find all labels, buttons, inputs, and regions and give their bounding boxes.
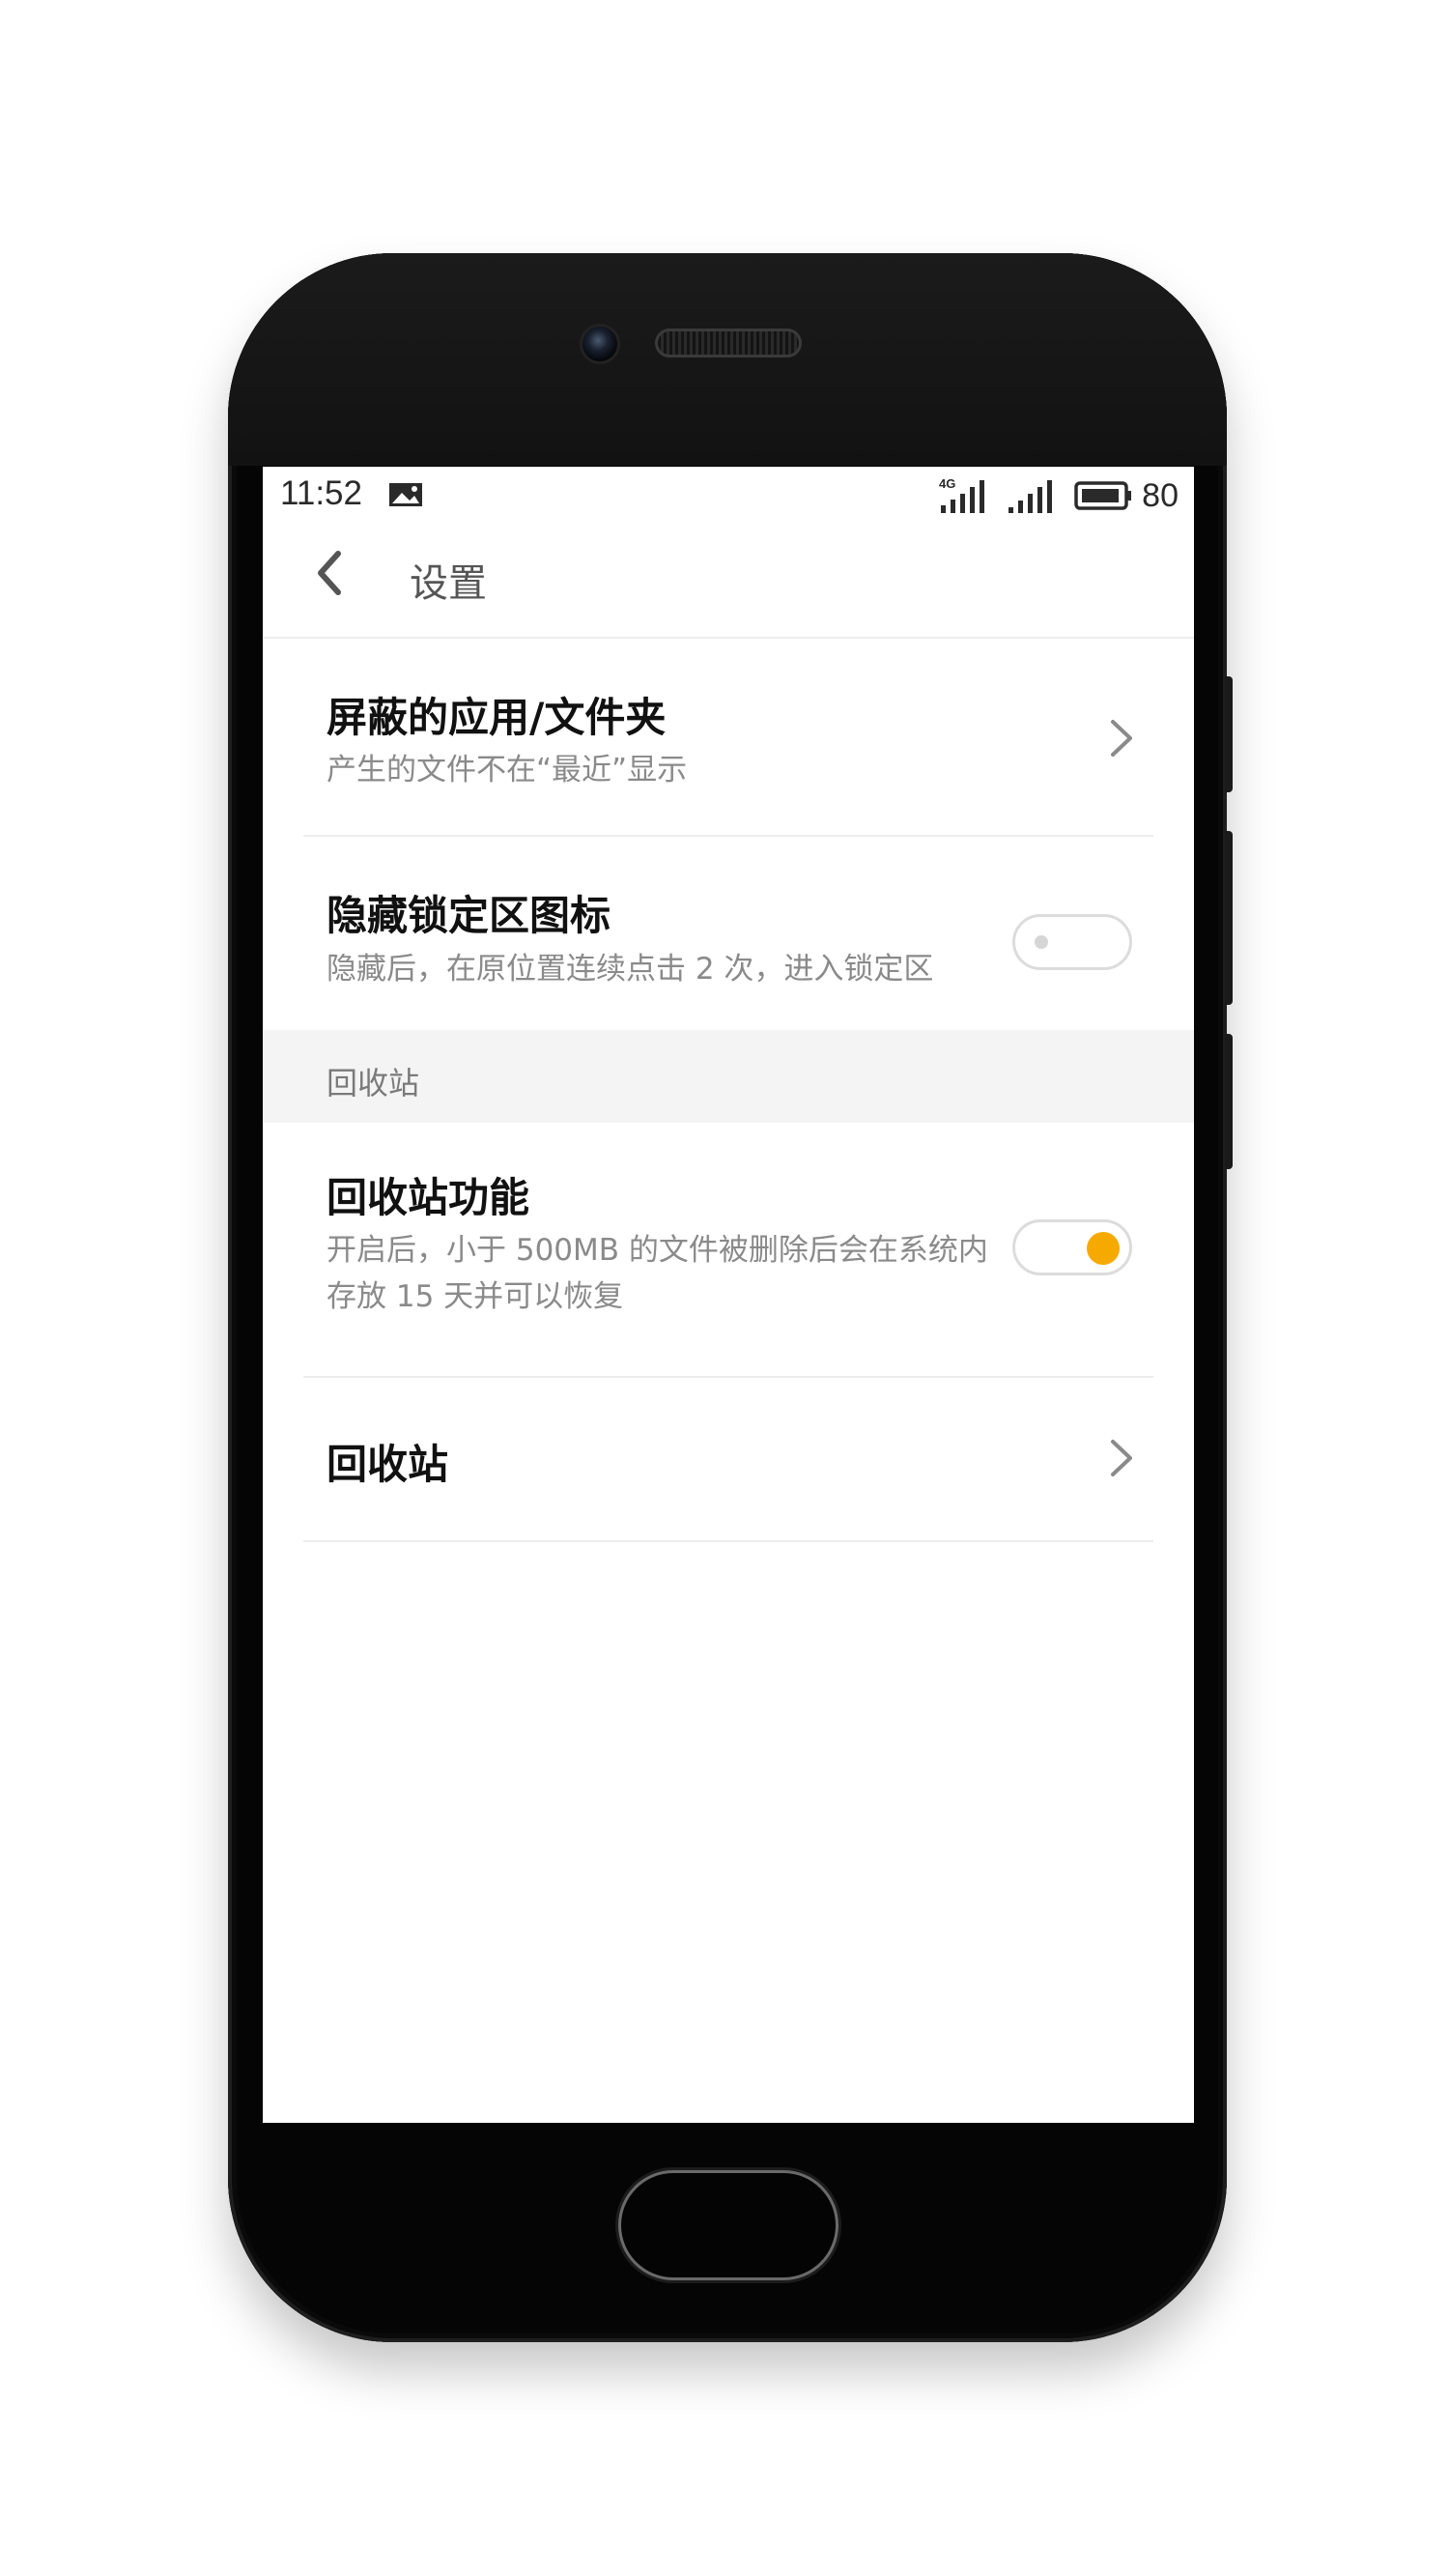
status-right-group: 4G 80: [939, 474, 1179, 517]
setting-subtitle: 开启后，小于 500MB 的文件被删除后会在系统内存放 15 天并可以恢复: [327, 1233, 988, 1314]
volume-down-button: [1225, 831, 1233, 1005]
status-time: 11:52: [280, 474, 362, 512]
setting-title: 屏蔽的应用/文件夹: [327, 694, 667, 741]
app-bar: 设置: [263, 525, 1194, 637]
battery-icon: [1074, 481, 1132, 510]
earpiece-speaker: [655, 329, 802, 358]
setting-item-blocked-apps[interactable]: 屏蔽的应用/文件夹 产生的文件不在“最近”显示: [263, 639, 1194, 838]
battery-level: 80: [1142, 476, 1179, 514]
setting-subtitle: 产生的文件不在“最近”显示: [327, 753, 688, 787]
chevron-right-icon: [1111, 1440, 1132, 1476]
signal-4g-icon: 4G: [939, 476, 985, 513]
signal-icon: [1009, 480, 1053, 513]
home-button[interactable]: [621, 2173, 836, 2277]
section-label: 回收站: [327, 1065, 420, 1102]
toggle-knob: [1035, 935, 1048, 949]
setting-item-recycle-bin[interactable]: 回收站: [263, 1378, 1194, 1540]
chevron-left-icon: [318, 551, 341, 595]
front-camera: [582, 327, 617, 361]
volume-up-button: [1225, 676, 1233, 792]
setting-title: 隐藏锁定区图标: [327, 892, 611, 939]
setting-subtitle: 隐藏后，在原位置连续点击 2 次，进入锁定区: [327, 952, 934, 987]
power-button: [1225, 1034, 1233, 1169]
page-title: 设置: [410, 561, 487, 606]
network-type-label: 4G: [939, 476, 955, 491]
setting-title: 回收站: [327, 1441, 449, 1488]
hide-lock-icon-toggle[interactable]: [1012, 914, 1132, 970]
notification-image-icon: [389, 483, 422, 506]
recycle-feature-toggle[interactable]: [1012, 1219, 1132, 1275]
status-bar: 11:52 4G 80: [263, 467, 1194, 525]
section-header-recycle: 回收站: [263, 1030, 1194, 1123]
divider: [303, 1540, 1153, 1542]
chevron-right-icon: [1111, 720, 1132, 757]
setting-item-recycle-feature: 回收站功能 开启后，小于 500MB 的文件被删除后会在系统内存放 15 天并可…: [263, 1123, 1194, 1374]
screen: 11:52 4G 80 设置 屏蔽的应用/文件夹 产生的文件不在“最近”显示 隐…: [263, 467, 1194, 2123]
setting-item-hide-lock-icon: 隐藏锁定区图标 隐藏后，在原位置连续点击 2 次，进入锁定区: [263, 837, 1194, 1030]
setting-title: 回收站功能: [327, 1174, 530, 1221]
toggle-knob: [1087, 1232, 1120, 1265]
back-button[interactable]: [301, 542, 363, 604]
